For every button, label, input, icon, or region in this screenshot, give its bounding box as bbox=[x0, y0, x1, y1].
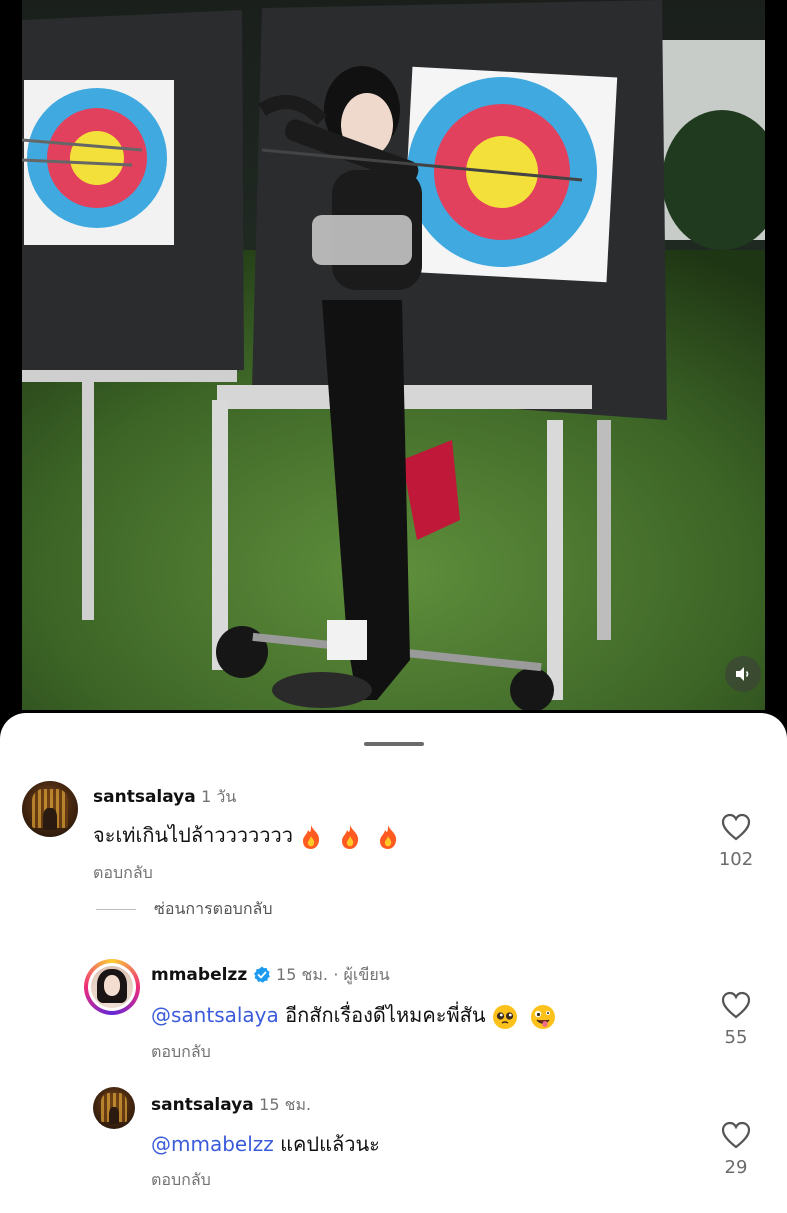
heart-icon[interactable] bbox=[721, 813, 751, 841]
comment-time: 1 วัน bbox=[201, 787, 237, 806]
sheet-drag-handle[interactable] bbox=[364, 742, 424, 746]
like-count: 102 bbox=[718, 849, 754, 870]
zany-face-emoji-icon bbox=[531, 1004, 556, 1029]
comment-body: อีกสักเรื่องดีไหมคะพี่สัน bbox=[285, 1003, 486, 1027]
comment-body: จะเท่เกินไปล้าววววววว bbox=[93, 823, 293, 847]
comment-text: @santsalaya อีกสักเรื่องดีไหมคะพี่สัน bbox=[151, 999, 556, 1031]
fire-emoji-icon bbox=[303, 824, 320, 849]
comment-header: mmabelzz 15 ชม. · ผู้เขียน bbox=[151, 963, 390, 988]
like-control: 29 bbox=[716, 1121, 756, 1178]
archery-scene-image bbox=[22, 0, 765, 710]
pleading-face-emoji-icon bbox=[492, 1004, 517, 1029]
avatar[interactable] bbox=[84, 959, 140, 1015]
reply-button[interactable]: ตอบกลับ bbox=[93, 861, 153, 886]
comment-username[interactable]: mmabelzz bbox=[151, 965, 247, 985]
avatar[interactable] bbox=[22, 781, 78, 837]
heart-icon[interactable] bbox=[721, 1121, 751, 1149]
sound-toggle-button[interactable] bbox=[725, 656, 761, 692]
comment-time: 15 ชม. bbox=[276, 965, 328, 984]
speaker-muted-icon bbox=[736, 667, 749, 681]
like-count: 29 bbox=[724, 1157, 748, 1178]
comment-text: จะเท่เกินไปล้าววววววว bbox=[93, 819, 400, 851]
mention-link[interactable]: @santsalaya bbox=[151, 1003, 279, 1027]
hide-replies-button[interactable]: ซ่อนการตอบกลับ bbox=[96, 897, 272, 922]
comment-text: @mmabelzz แคปแล้วนะ bbox=[151, 1128, 380, 1160]
post-video[interactable] bbox=[22, 0, 765, 710]
comment-time: 15 ชม. bbox=[259, 1095, 312, 1114]
author-label: · ผู้เขียน bbox=[333, 965, 390, 984]
comment-username[interactable]: santsalaya bbox=[93, 787, 196, 807]
reply-button[interactable]: ตอบกลับ bbox=[151, 1168, 211, 1193]
comment-username[interactable]: santsalaya bbox=[151, 1095, 254, 1115]
avatar[interactable] bbox=[93, 1087, 135, 1129]
comment-header: santsalaya 1 วัน bbox=[93, 785, 236, 810]
comment-header: santsalaya 15 ชม. bbox=[151, 1093, 311, 1118]
comment-body: แคปแล้วนะ bbox=[280, 1132, 380, 1156]
fire-emoji-icon bbox=[341, 824, 358, 849]
like-control: 102 bbox=[716, 813, 756, 870]
hide-replies-label: ซ่อนการตอบกลับ bbox=[154, 899, 273, 918]
heart-icon[interactable] bbox=[721, 991, 751, 1019]
fire-emoji-icon bbox=[380, 824, 397, 849]
like-control: 55 bbox=[716, 991, 756, 1048]
like-count: 55 bbox=[724, 1027, 748, 1048]
mention-link[interactable]: @mmabelzz bbox=[151, 1132, 274, 1156]
verified-badge-icon bbox=[253, 966, 270, 983]
reply-button[interactable]: ตอบกลับ bbox=[151, 1040, 211, 1065]
comments-sheet: santsalaya 1 วัน จะเท่เกินไปล้าววววววว ต… bbox=[0, 713, 787, 1213]
